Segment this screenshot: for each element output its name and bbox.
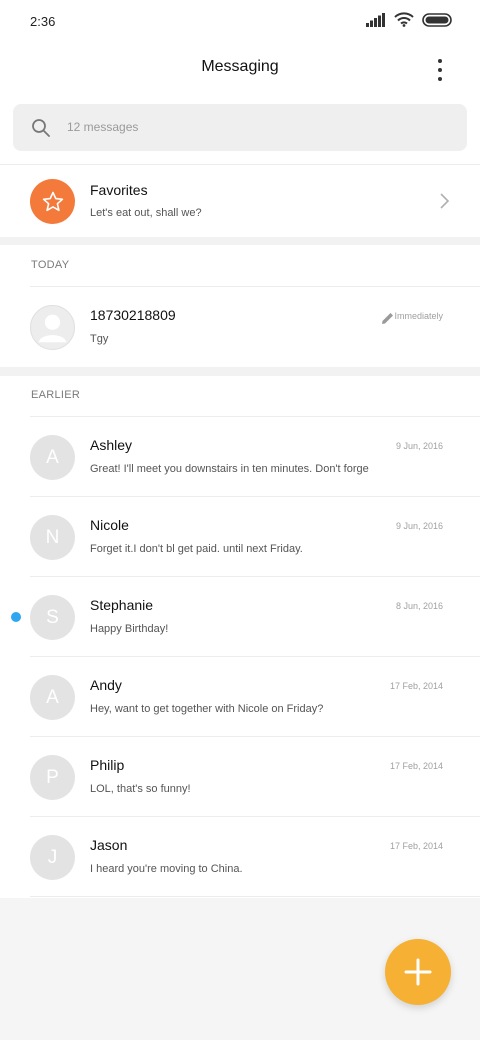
message-date: 17 Feb, 2014: [389, 681, 443, 691]
chevron-right-icon: [440, 193, 450, 209]
status-time: 2:36: [30, 14, 56, 29]
conversation-row[interactable]: P Philip LOL, that's so funny! 17 Feb, 2014: [0, 737, 480, 817]
signal-icon: [366, 12, 385, 27]
conversation-row[interactable]: A Ashley Great! I'll meet you downstairs i…: [0, 417, 480, 497]
avatar: A: [30, 675, 75, 720]
avatar: J: [30, 835, 75, 880]
section-label-earlier: EARLIER: [31, 389, 81, 401]
message-date: 17 Feb, 2014: [389, 761, 443, 771]
avatar: [30, 305, 75, 350]
more-options-button[interactable]: [428, 56, 452, 84]
search-placeholder: 12 messages: [67, 120, 139, 134]
new-message-button[interactable]: [385, 939, 451, 1005]
message-preview: Forget it.I don't bl get paid. until nex…: [90, 543, 303, 555]
conversation-row[interactable]: J Jason I heard you're moving to China. 17 …: [0, 817, 480, 897]
avatar: N: [30, 515, 75, 560]
message-preview: I heard you're moving to China.: [90, 863, 243, 875]
pencil-icon: [382, 313, 393, 324]
contact-name: Philip: [90, 757, 125, 773]
section-label-today: TODAY: [31, 259, 70, 271]
conversation-row[interactable]: 18730218809 Tgy Immediately: [0, 287, 480, 367]
favorites-avatar: [30, 179, 75, 224]
contact-name: 18730218809: [90, 307, 176, 323]
unread-dot: [11, 612, 21, 622]
section-gap: [0, 367, 480, 376]
wifi-icon: [394, 12, 414, 27]
message-preview: LOL, that's so funny!: [90, 783, 191, 795]
conversation-row[interactable]: S Stephanie Happy Birthday! 8 Jun, 2016: [0, 577, 480, 657]
avatar: P: [30, 755, 75, 800]
avatar: S: [30, 595, 75, 640]
battery-icon: [422, 12, 452, 27]
favorites-row[interactable]: Favorites Let's eat out, shall we?: [0, 165, 480, 237]
avatar: A: [30, 435, 75, 480]
favorites-title: Favorites: [90, 182, 148, 198]
favorites-preview: Let's eat out, shall we?: [90, 207, 202, 219]
person-icon: [38, 314, 67, 343]
conversation-row[interactable]: A Andy Hey, want to get together with Nico…: [0, 657, 480, 737]
divider: [30, 896, 480, 897]
message-date: 9 Jun, 2016: [395, 521, 443, 531]
message-preview: Happy Birthday!: [90, 623, 169, 635]
conversation-row[interactable]: N Nicole Forget it.I don't bl get paid. un…: [0, 497, 480, 577]
contact-name: Stephanie: [90, 597, 154, 613]
star-icon: [42, 191, 63, 211]
contact-name: Jason: [90, 837, 128, 853]
plus-icon: [404, 958, 432, 986]
message-time: Immediately: [394, 311, 443, 321]
contact-name: Nicole: [90, 517, 129, 533]
page-title: Messaging: [201, 58, 279, 75]
section-gap: [0, 237, 480, 245]
more-vert-icon: [438, 59, 442, 63]
contact-name: Ashley: [90, 437, 133, 453]
message-date: 17 Feb, 2014: [389, 841, 443, 851]
search-icon: [32, 119, 50, 137]
message-preview: Hey, want to get together with Nicole on…: [90, 703, 324, 715]
search-bar[interactable]: 12 messages: [13, 104, 467, 151]
message-preview: Tgy: [90, 333, 109, 345]
message-preview: Great! I'll meet you downstairs in ten m…: [90, 463, 369, 475]
status-bar: 2:36: [0, 0, 480, 44]
message-date: 9 Jun, 2016: [395, 441, 443, 451]
contact-name: Andy: [90, 677, 122, 693]
status-icons: [366, 12, 452, 27]
message-date: 8 Jun, 2016: [395, 601, 443, 611]
